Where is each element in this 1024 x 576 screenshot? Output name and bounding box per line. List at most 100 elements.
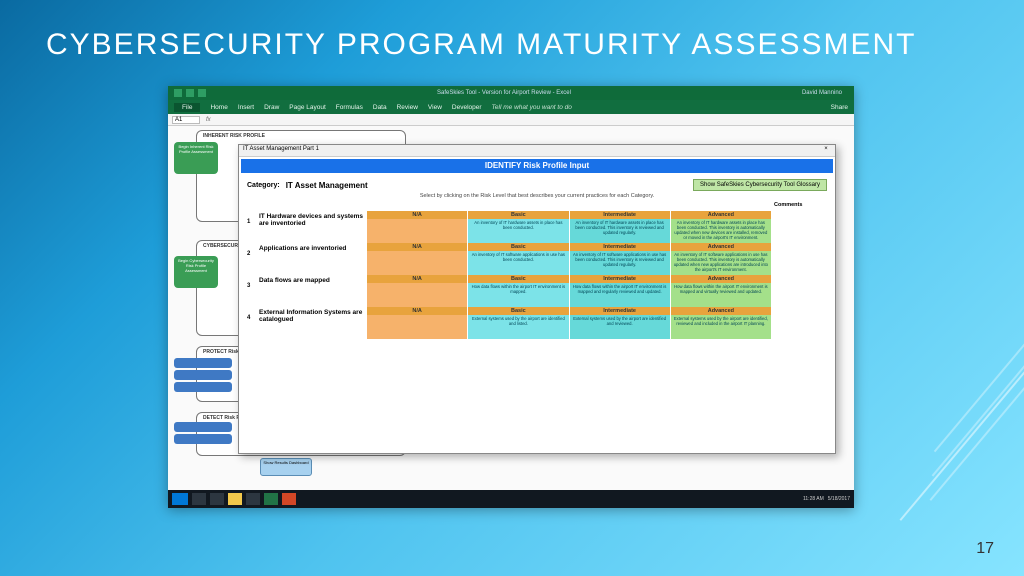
begin-cyber-button[interactable]: Begin Cybersecurity Risk Profile Assessm… xyxy=(174,256,218,288)
level-header: N/A xyxy=(367,211,467,219)
level-description[interactable]: An inventory of IT hardware assets in pl… xyxy=(570,219,670,243)
level-description[interactable]: External systems used by the airport are… xyxy=(570,315,670,339)
level-header: Advanced xyxy=(671,275,771,283)
row-number: 3 xyxy=(247,275,257,307)
save-icon[interactable] xyxy=(174,89,182,97)
tab-draw[interactable]: Draw xyxy=(264,104,279,111)
level-header: Intermediate xyxy=(570,211,670,219)
comments-cell[interactable] xyxy=(771,275,827,307)
level-header: Intermediate xyxy=(570,307,670,315)
level-cell[interactable]: AdvancedAn inventory of IT software appl… xyxy=(671,243,771,275)
level-cell[interactable]: N/A xyxy=(367,243,467,275)
share-button[interactable]: Share xyxy=(831,104,848,111)
taskbar-explorer-icon[interactable] xyxy=(192,493,206,505)
level-cell[interactable]: BasicExternal systems used by the airpor… xyxy=(468,307,568,339)
level-description[interactable]: How data flows within the airport IT env… xyxy=(570,283,670,307)
taskbar-chrome-icon[interactable] xyxy=(228,493,242,505)
detect-sub-2[interactable] xyxy=(174,434,232,444)
close-icon[interactable]: × xyxy=(821,146,831,155)
system-tray[interactable]: 11:28 AM 5/18/2017 xyxy=(803,496,850,502)
level-cell[interactable]: IntermediateExternal systems used by the… xyxy=(570,307,670,339)
level-cell[interactable]: BasicHow data flows within the airport I… xyxy=(468,275,568,307)
level-description[interactable]: How data flows within the airport IT env… xyxy=(671,283,771,307)
level-cell[interactable]: AdvancedExternal systems used by the air… xyxy=(671,307,771,339)
level-description[interactable]: An inventory of IT software applications… xyxy=(570,251,670,275)
level-description[interactable]: An inventory of IT hardware assets in pl… xyxy=(671,219,771,243)
dialog-title-text: IT Asset Management Part 1 xyxy=(243,146,319,155)
level-description[interactable] xyxy=(367,315,467,339)
assessment-row: 2Applications are inventoriedN/ABasicAn … xyxy=(247,243,827,275)
level-header: Basic xyxy=(468,243,568,251)
fx-icon[interactable]: fx xyxy=(206,117,211,123)
comments-header: Comments xyxy=(771,201,827,209)
level-header: N/A xyxy=(367,307,467,315)
level-cell[interactable]: BasicAn inventory of IT software applica… xyxy=(468,243,568,275)
name-box[interactable]: A1 xyxy=(172,116,200,124)
level-header: Intermediate xyxy=(570,275,670,283)
level-cell[interactable]: BasicAn inventory of IT hardware assets … xyxy=(468,211,568,243)
slide-title: CYBERSECURITY PROGRAM MATURITY ASSESSMEN… xyxy=(0,0,1024,62)
level-cell[interactable]: IntermediateAn inventory of IT software … xyxy=(570,243,670,275)
start-button[interactable] xyxy=(172,493,188,505)
protect-sub-3[interactable] xyxy=(174,382,232,392)
undo-icon[interactable] xyxy=(186,89,194,97)
workbook-title: SafeSkies Tool - Version for Airport Rev… xyxy=(210,90,798,96)
level-description[interactable] xyxy=(367,251,467,275)
level-header: Basic xyxy=(468,307,568,315)
row-number: 1 xyxy=(247,211,257,243)
taskbar-powerpoint-icon[interactable] xyxy=(282,493,296,505)
redo-icon[interactable] xyxy=(198,89,206,97)
assessment-row: 4External Information Systems are catalo… xyxy=(247,307,827,339)
level-header: Advanced xyxy=(671,211,771,219)
slide-number: 17 xyxy=(976,540,994,558)
tab-data[interactable]: Data xyxy=(373,104,387,111)
protect-sub-2[interactable] xyxy=(174,370,232,380)
level-cell[interactable]: N/A xyxy=(367,275,467,307)
comments-cell[interactable] xyxy=(771,307,827,339)
level-description[interactable]: An inventory of IT software applications… xyxy=(671,251,771,275)
level-cell[interactable]: N/A xyxy=(367,307,467,339)
comments-cell[interactable] xyxy=(771,211,827,243)
level-description[interactable]: An inventory of IT software applications… xyxy=(468,251,568,275)
tab-insert[interactable]: Insert xyxy=(238,104,254,111)
level-description[interactable] xyxy=(367,219,467,243)
row-question: IT Hardware devices and systems are inve… xyxy=(257,211,367,243)
dialog-body: Category: IT Asset Management Show SafeS… xyxy=(239,175,835,453)
results-dashboard-button[interactable]: Show Results Dashboard xyxy=(260,458,312,476)
worksheet-area[interactable]: INHERENT RISK PROFILE CYBERSECURITY RISK… xyxy=(168,126,854,494)
detect-sub-1[interactable] xyxy=(174,422,232,432)
taskbar-folder-icon[interactable] xyxy=(246,493,260,505)
level-description[interactable]: External systems used by the airport are… xyxy=(468,315,568,339)
level-cell[interactable]: AdvancedHow data flows within the airpor… xyxy=(671,275,771,307)
protect-sub-1[interactable] xyxy=(174,358,232,368)
level-cell[interactable]: AdvancedAn inventory of IT hardware asse… xyxy=(671,211,771,243)
tab-file[interactable]: File xyxy=(174,103,200,112)
tab-review[interactable]: Review xyxy=(397,104,418,111)
dialog-titlebar[interactable]: IT Asset Management Part 1 × xyxy=(239,145,835,157)
level-description[interactable] xyxy=(367,283,467,307)
level-cell[interactable]: IntermediateAn inventory of IT hardware … xyxy=(570,211,670,243)
level-description[interactable]: External systems used by the airport are… xyxy=(671,315,771,339)
level-header: Basic xyxy=(468,211,568,219)
grid-header-row: Comments xyxy=(247,201,827,209)
glossary-button[interactable]: Show SafeSkies Cybersecurity Tool Glossa… xyxy=(693,179,827,191)
tab-page-layout[interactable]: Page Layout xyxy=(289,104,326,111)
tab-view[interactable]: View xyxy=(428,104,442,111)
tab-developer[interactable]: Developer xyxy=(452,104,482,111)
tab-formulas[interactable]: Formulas xyxy=(336,104,363,111)
category-name: IT Asset Management xyxy=(286,181,368,190)
level-cell[interactable]: IntermediateHow data flows within the ai… xyxy=(570,275,670,307)
category-label: Category: xyxy=(247,182,280,189)
tell-me[interactable]: Tell me what you want to do xyxy=(492,104,572,111)
taskbar-excel-icon[interactable] xyxy=(264,493,278,505)
level-description[interactable]: An inventory of IT hardware assets in pl… xyxy=(468,219,568,243)
level-description[interactable]: How data flows within the airport IT env… xyxy=(468,283,568,307)
tab-home[interactable]: Home xyxy=(210,104,227,111)
comments-cell[interactable] xyxy=(771,243,827,275)
taskbar-edge-icon[interactable] xyxy=(210,493,224,505)
decorative-lines xyxy=(892,316,1012,516)
instruction-text: Select by clicking on the Risk Level tha… xyxy=(247,193,827,199)
level-cell[interactable]: N/A xyxy=(367,211,467,243)
row-question: External Information Systems are catalog… xyxy=(257,307,367,339)
begin-inherent-button[interactable]: Begin Inherent Risk Profile Assessment xyxy=(174,142,218,174)
